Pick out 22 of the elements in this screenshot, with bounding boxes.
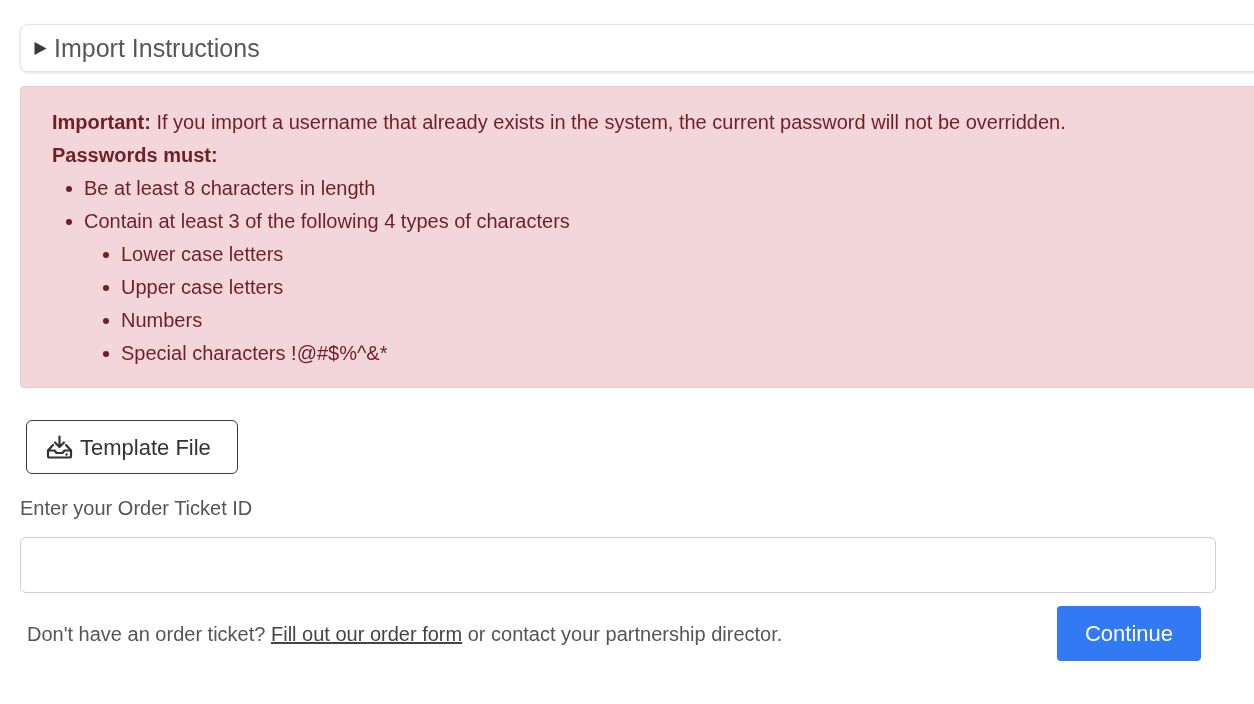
template-file-button[interactable]: Template File bbox=[26, 420, 238, 474]
continue-button[interactable]: Continue bbox=[1057, 606, 1201, 661]
rule-text: Special characters !@#$%^&* bbox=[121, 341, 388, 366]
help-text: Don't have an order ticket? Fill out our order form or contact your partnership director. bbox=[27, 621, 783, 647]
collapsible-header[interactable]: Import Instructions bbox=[20, 24, 1254, 72]
bullet-icon bbox=[103, 251, 109, 258]
list-heading: Passwords must: bbox=[52, 143, 219, 168]
order-form-link[interactable]: Fill out our order form bbox=[270, 622, 463, 645]
bullet-icon bbox=[103, 317, 109, 324]
bullet-icon bbox=[103, 350, 109, 357]
field-label: Enter your Order Ticket ID bbox=[20, 496, 253, 521]
rule-text: Numbers bbox=[121, 308, 203, 333]
rule-text: Upper case letters bbox=[121, 275, 284, 300]
important-note: Important: If you import a username that already exists in the system, the current password will not be overridden. bbox=[52, 110, 1067, 135]
input-field[interactable] bbox=[20, 537, 1216, 593]
rule-text: Lower case letters bbox=[121, 242, 284, 267]
bullet-icon bbox=[103, 284, 109, 291]
tray-download-icon bbox=[46, 435, 73, 459]
rule-text: Contain at least 3 of the following 4 types of characters bbox=[84, 209, 570, 234]
bullet-icon bbox=[66, 185, 72, 192]
rule-text: Be at least 8 characters in length bbox=[84, 176, 376, 201]
bullet-icon bbox=[66, 218, 72, 225]
